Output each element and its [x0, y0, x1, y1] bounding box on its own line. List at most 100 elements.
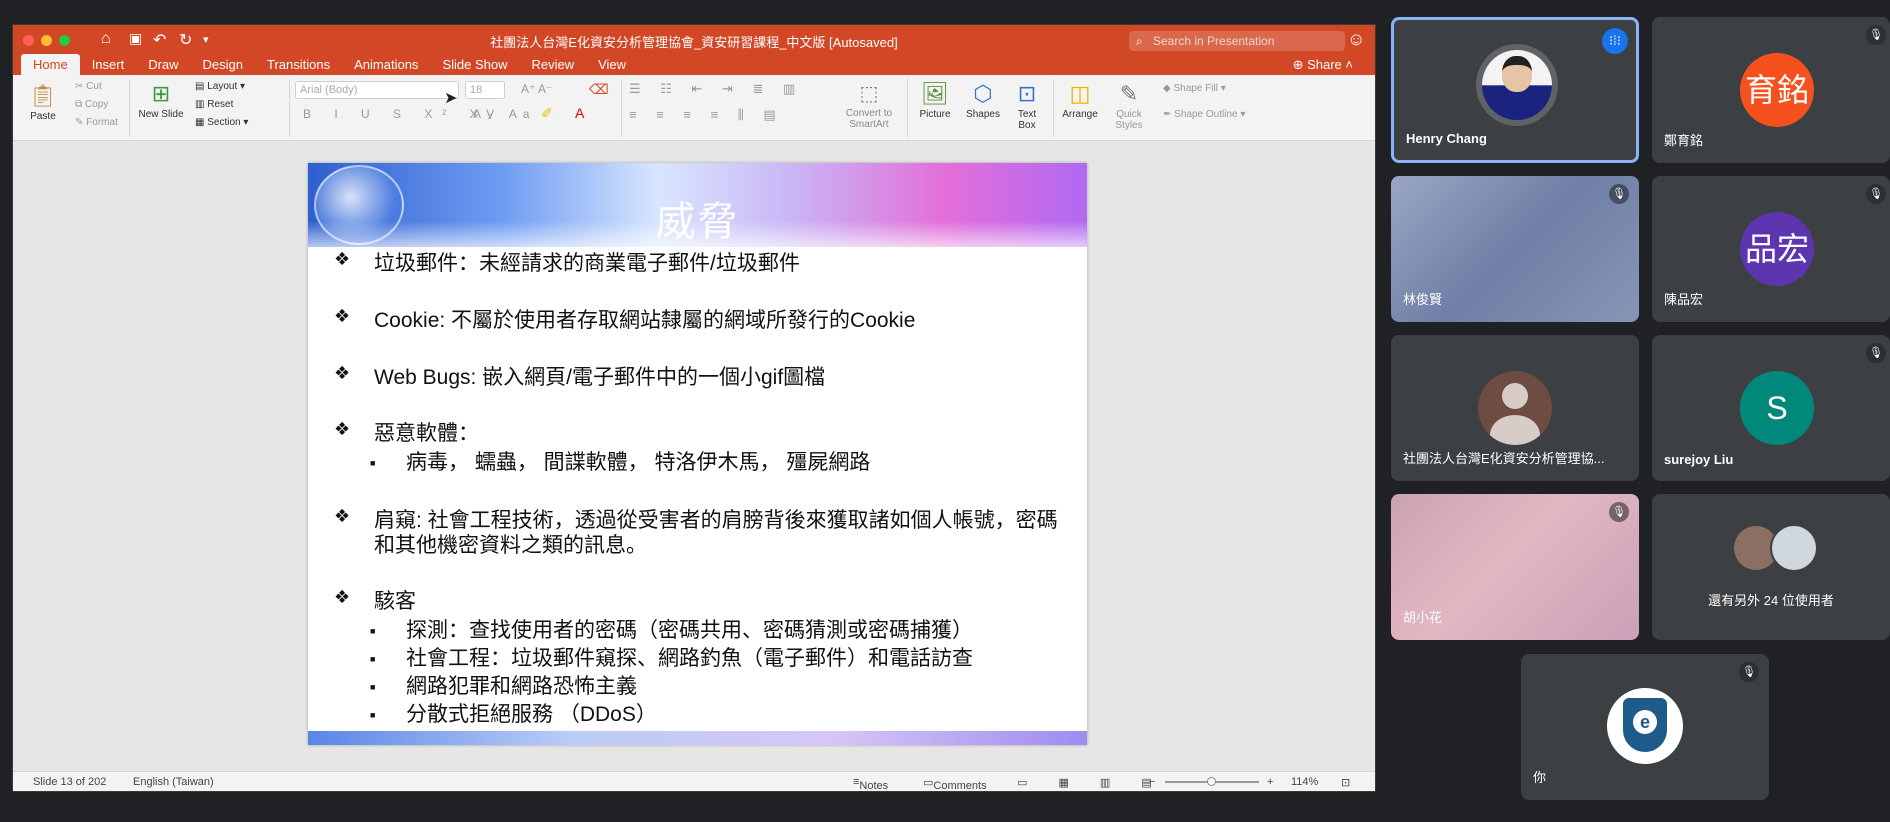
zoom-out-button[interactable]: − — [1149, 776, 1155, 788]
participant-name: 陳品宏 — [1664, 292, 1704, 307]
sub-bullet-social-engineering[interactable]: ■ 社會工程：垃圾郵件窺探、網路釣魚（電子郵件）和電話訪查 — [370, 642, 973, 672]
quick-styles-icon: ✎ — [1119, 81, 1139, 106]
bullet-spam[interactable]: ❖ 垃圾郵件：未經請求的商業電子郵件/垃圾郵件 — [334, 247, 800, 275]
diamond-bullet-icon: ❖ — [334, 506, 351, 526]
participant-tile-7[interactable]: 🎙︎ 胡小花 — [1391, 494, 1639, 640]
sub-bullet-probing[interactable]: ■ 探測：查找使用者的密碼（密碼共用、密碼猜測或密碼捕獲） — [370, 614, 973, 644]
zoom-in-button[interactable]: + — [1267, 776, 1273, 788]
highlight-icon[interactable]: ✐ — [541, 105, 553, 122]
mic-muted-icon: 🎙︎ — [1609, 502, 1629, 522]
title-bar: ⌂ ▣ ↶ ↻ ▾ 社團法人台灣E化資安分析管理協會_資安研習課程_中文版 [A… — [13, 25, 1375, 75]
self-tile[interactable]: e 🎙︎ 你 — [1521, 654, 1769, 800]
participant-name: 你 — [1533, 770, 1547, 785]
participant-tile-5[interactable]: 社團法人台灣E化資安分析管理協... — [1391, 335, 1639, 481]
ribbon-tabs: Home Insert Draw Design Transitions Anim… — [21, 54, 638, 75]
bullet-web-bugs[interactable]: ❖ Web Bugs: 嵌入網頁/電子郵件中的一個小gif圖檔 — [334, 361, 825, 389]
slide[interactable]: 威脅 ❖ 垃圾郵件：未經請求的商業電子郵件/垃圾郵件 ❖ Cookie: 不屬於使用… — [308, 163, 1087, 745]
tab-design[interactable]: Design — [191, 54, 255, 75]
quick-styles-button[interactable]: ✎ Quick Styles — [1105, 81, 1153, 131]
participant-tile-4[interactable]: 品宏 🎙︎ 陳品宏 — [1652, 176, 1890, 322]
slide-footer-decoration — [308, 731, 1087, 745]
reset-button[interactable]: ▥ Reset — [195, 99, 233, 110]
mouse-cursor: ➤ — [444, 90, 458, 107]
tab-review[interactable]: Review — [519, 54, 586, 75]
diamond-bullet-icon: ❖ — [334, 587, 351, 607]
view-buttons[interactable]: ▭ ▦ ▥ ▤ — [1017, 776, 1166, 789]
participant-tile-3[interactable]: 🎙︎ 林俊賢 — [1391, 176, 1639, 322]
avatar — [1476, 44, 1558, 126]
alignment-icons[interactable]: ≡ ≡ ≡ ≡ ⫼ ▤ — [629, 107, 784, 123]
layout-button[interactable]: ▤ Layout ▾ — [195, 81, 245, 92]
collapse-ribbon-icon[interactable]: ˄ — [1345, 57, 1353, 72]
tab-transitions[interactable]: Transitions — [255, 54, 342, 75]
search-input[interactable]: ⌕ Search in Presentation — [1129, 31, 1345, 51]
share-button[interactable]: ⊕ Share ˄ — [1293, 54, 1353, 75]
zoom-slider-thumb[interactable] — [1207, 777, 1216, 786]
diamond-bullet-icon: ❖ — [334, 419, 351, 439]
sub-bullet-ddos[interactable]: ■ 分散式拒絕服務 （DDoS） — [370, 698, 657, 728]
smartart-icon: ⬚ — [859, 83, 879, 105]
list-icons[interactable]: ☰ ☷ ⇤ ⇥ ≣ ▥ — [629, 81, 803, 97]
ribbon-divider — [621, 79, 622, 137]
participant-tile-henry[interactable]: ⁝⁞⁝ Henry Chang — [1391, 17, 1639, 163]
participant-name: 社團法人台灣E化資安分析管理協... — [1403, 451, 1605, 466]
avatar: e — [1607, 688, 1683, 764]
font-name-field[interactable]: Arial (Body) — [295, 81, 459, 99]
tab-view[interactable]: View — [586, 54, 638, 75]
tab-home[interactable]: Home — [21, 54, 80, 75]
picture-icon: 🖼︎ — [921, 81, 949, 106]
format-painter-button[interactable]: ✎ Format — [75, 117, 118, 128]
text-effect-icons[interactable]: AV Aa — [473, 107, 535, 121]
bullet-shoulder-surfing[interactable]: ❖ 肩窺: 社會工程技術，透過從受害者的肩膀背後來獲取諸如個人帳號，密碼 — [334, 504, 1058, 532]
clipboard-icon: 📋︎ — [29, 83, 57, 108]
search-placeholder: Search in Presentation — [1153, 34, 1275, 48]
tab-animations[interactable]: Animations — [342, 54, 430, 75]
clear-formatting-icon[interactable]: ⌫ — [589, 81, 609, 98]
square-bullet-icon: ■ — [370, 458, 376, 469]
section-button[interactable]: ▦ Section ▾ — [195, 117, 248, 128]
square-bullet-icon: ■ — [370, 626, 376, 637]
mic-muted-icon: 🎙︎ — [1609, 184, 1629, 204]
others-count-label: 還有另外 24 位使用者 — [1708, 593, 1834, 608]
comments-button[interactable]: ▭ Comments — [923, 776, 987, 791]
zoom-level[interactable]: 114% — [1291, 776, 1318, 788]
sub-bullet-cybercrime[interactable]: ■ 網路犯罪和網路恐怖主義 — [370, 670, 637, 700]
picture-button[interactable]: 🖼︎ Picture — [911, 81, 959, 120]
cut-button[interactable]: ✂ Cut — [75, 81, 102, 92]
ribbon-divider — [1053, 79, 1054, 137]
tab-insert[interactable]: Insert — [80, 54, 137, 75]
tab-draw[interactable]: Draw — [136, 54, 190, 75]
font-size-controls-icon[interactable]: A⁺ A⁻ — [521, 82, 552, 96]
slide-title[interactable]: 威脅 — [308, 189, 1087, 247]
fit-to-window-icon[interactable]: ⊡ — [1341, 776, 1350, 789]
new-slide-button[interactable]: ⊞ New Slide — [133, 81, 189, 120]
paste-button[interactable]: 📋︎ Paste — [21, 83, 65, 122]
text-box-button[interactable]: ⊡ Text Box — [1009, 81, 1045, 131]
participant-name: 胡小花 — [1403, 610, 1443, 625]
font-size-field[interactable]: 18 — [465, 81, 505, 99]
mic-muted-icon: 🎙︎ — [1866, 25, 1886, 45]
tab-slide-show[interactable]: Slide Show — [430, 54, 519, 75]
bullet-hacker[interactable]: ❖ 駭客 — [334, 585, 416, 613]
shapes-button[interactable]: ⬡ Shapes — [959, 81, 1007, 120]
notes-button[interactable]: ≡ Notes — [853, 776, 888, 791]
shape-fill-button[interactable]: ◆ Shape Fill ▾ — [1163, 83, 1226, 94]
participant-tile-2[interactable]: 育銘 🎙︎ 鄭育銘 — [1652, 17, 1890, 163]
arrange-button[interactable]: ◫ Arrange — [1057, 81, 1103, 120]
ribbon-home: 📋︎ Paste ✂ Cut ⧉ Copy ✎ Format ⊞ New Sli… — [13, 75, 1375, 141]
sub-bullet-malware-types[interactable]: ■ 病毒， 蠕蟲， 間諜軟體， 特洛伊木馬， 殭屍網路 — [370, 446, 870, 476]
square-bullet-icon: ■ — [370, 710, 376, 721]
bullet-cookie[interactable]: ❖ Cookie: 不屬於使用者存取網站隸屬的網域所發行的Cookie — [334, 304, 915, 332]
language-indicator[interactable]: English (Taiwan) — [133, 776, 214, 788]
avatar: 品宏 — [1740, 212, 1814, 286]
copy-button[interactable]: ⧉ Copy — [75, 99, 108, 110]
account-icon[interactable]: ☺ — [1347, 29, 1369, 51]
font-color-icon[interactable]: A — [575, 105, 584, 121]
shape-outline-button[interactable]: ✒ Shape Outline ▾ — [1163, 109, 1245, 120]
status-bar: Slide 13 of 202 English (Taiwan) ≡ Notes… — [13, 771, 1375, 791]
bullet-malware[interactable]: ❖ 惡意軟體： — [334, 417, 479, 445]
participant-tile-6[interactable]: S 🎙︎ surejoy Liu — [1652, 335, 1890, 481]
participant-name: Henry Chang — [1406, 131, 1487, 146]
convert-to-smartart-button[interactable]: ⬚ Convert to SmartArt — [839, 81, 899, 130]
more-participants-tile[interactable]: 還有另外 24 位使用者 — [1652, 494, 1890, 640]
